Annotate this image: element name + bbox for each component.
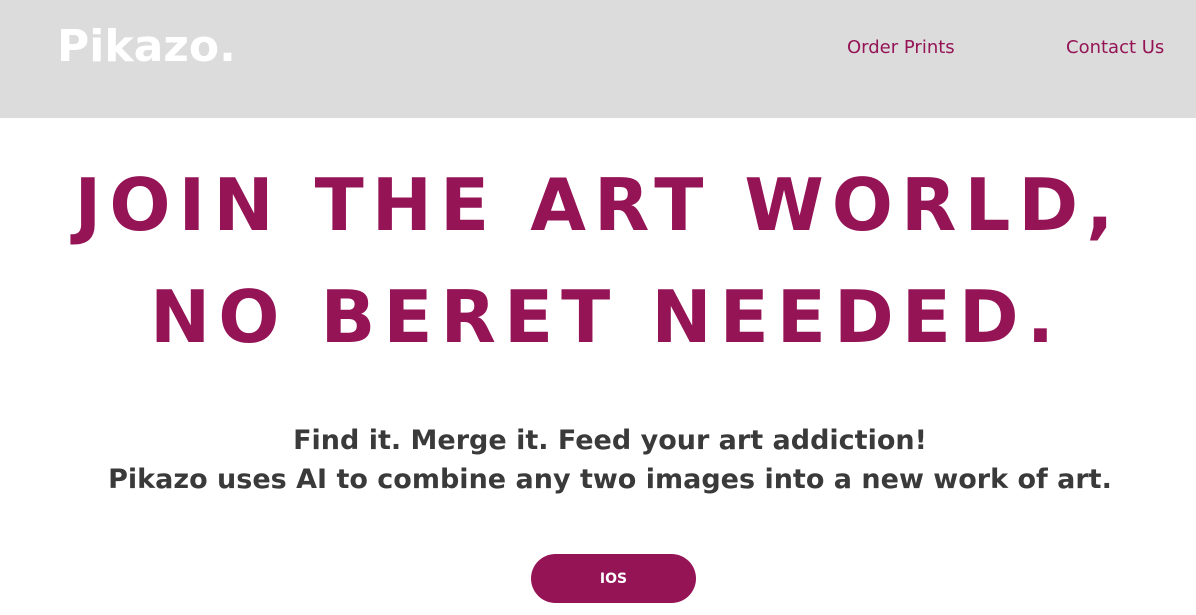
site-header: Pikazo. Order Prints Contact Us	[0, 0, 1196, 118]
nav-link-contact-us[interactable]: Contact Us	[1066, 36, 1164, 60]
ios-download-button[interactable]: IOS	[531, 554, 696, 603]
hero-tagline-line-1: Find it. Merge it. Feed your art addicti…	[293, 425, 927, 456]
hero-tagline-line-2: Pikazo uses AI to combine any two images…	[108, 464, 1112, 495]
nav-link-order-prints[interactable]: Order Prints	[847, 36, 955, 60]
hero-headline-line-1: JOIN THE ART WORLD,	[74, 163, 1122, 247]
site-logo[interactable]: Pikazo.	[57, 20, 236, 74]
hero-headline-line-2: NO BERET NEEDED.	[149, 275, 1063, 359]
